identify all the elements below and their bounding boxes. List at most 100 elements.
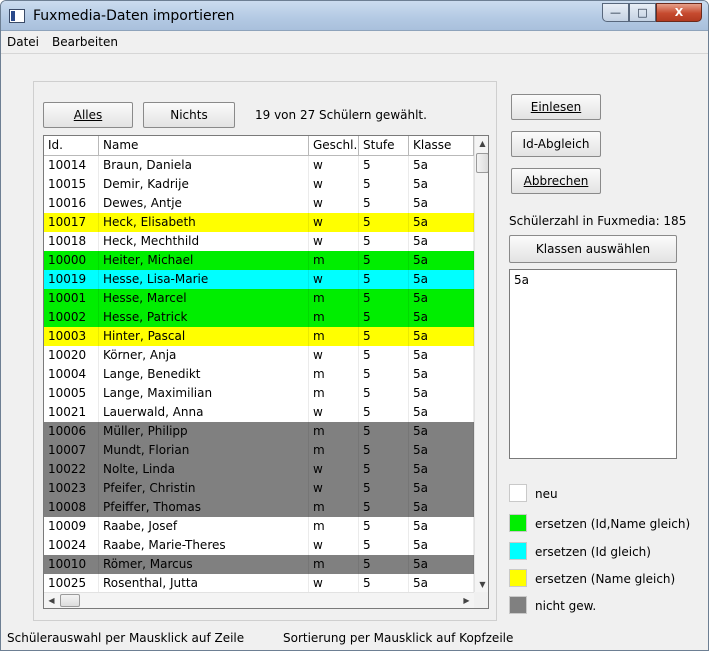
close-button[interactable]: X [656,3,702,22]
select-all-button[interactable]: Alles [43,102,133,128]
table-row[interactable]: 10024 Raabe, Marie-Theres w 5 5a [44,536,474,555]
table-row[interactable]: 10019 Hesse, Lisa-Marie w 5 5a [44,270,474,289]
cell-class: 5a [409,175,474,194]
table-row[interactable]: 10000 Heiter, Michael m 5 5a [44,251,474,270]
table-row[interactable]: 10017 Heck, Elisabeth w 5 5a [44,213,474,232]
table-row[interactable]: 10025 Rosenthal, Jutta w 5 5a [44,574,474,593]
scroll-left-icon[interactable]: ◀ [44,593,59,608]
cell-id: 10017 [44,213,99,232]
cell-grade: 5 [359,479,409,498]
table-row[interactable]: 10010 Römer, Marcus m 5 5a [44,555,474,574]
cell-grade: 5 [359,308,409,327]
class-list[interactable]: 5a [509,269,677,459]
cell-id: 10000 [44,251,99,270]
cell-class: 5a [409,346,474,365]
cell-name: Dewes, Antje [99,194,309,213]
cell-class: 5a [409,460,474,479]
title-bar[interactable]: Fuxmedia-Daten importieren — □ X [1,1,708,31]
minimize-button[interactable]: — [602,3,629,22]
table-row[interactable]: 10020 Körner, Anja w 5 5a [44,346,474,365]
cell-id: 10022 [44,460,99,479]
cell-grade: 5 [359,460,409,479]
cell-gender: m [309,422,359,441]
cell-gender: w [309,346,359,365]
cell-gender: m [309,555,359,574]
scroll-corner [474,592,488,608]
table-row[interactable]: 10008 Pfeiffer, Thomas m 5 5a [44,498,474,517]
cell-name: Lauerwald, Anna [99,403,309,422]
cell-class: 5a [409,194,474,213]
cell-name: Heiter, Michael [99,251,309,270]
column-header-class[interactable]: Klasse [409,136,474,156]
menu-bearbeiten[interactable]: Bearbeiten [52,35,118,49]
cell-gender: w [309,156,359,175]
maximize-button[interactable]: □ [629,3,656,22]
table-row[interactable]: 10009 Raabe, Josef m 5 5a [44,517,474,536]
cell-gender: w [309,460,359,479]
cell-class: 5a [409,403,474,422]
vertical-scroll-thumb[interactable] [476,153,488,173]
table-row[interactable]: 10023 Pfeifer, Christin w 5 5a [44,479,474,498]
cell-name: Raabe, Marie-Theres [99,536,309,555]
scroll-right-icon[interactable]: ▶ [459,593,474,608]
selection-count: 19 von 27 Schülern gewählt. [255,108,427,122]
read-button[interactable]: Einlesen [511,94,601,120]
cell-name: Heck, Elisabeth [99,213,309,232]
cell-gender: w [309,403,359,422]
table-row[interactable]: 10002 Hesse, Patrick m 5 5a [44,308,474,327]
close-icon: X [674,6,684,19]
cancel-label: Abbrechen [523,174,589,188]
table-row[interactable]: 10007 Mundt, Florian m 5 5a [44,441,474,460]
horizontal-scrollbar[interactable]: ◀ ▶ [44,592,474,608]
cell-grade: 5 [359,194,409,213]
table-row[interactable]: 10003 Hinter, Pascal m 5 5a [44,327,474,346]
cell-gender: m [309,327,359,346]
table-row[interactable]: 10001 Hesse, Marcel m 5 5a [44,289,474,308]
cell-name: Lange, Maximilian [99,384,309,403]
cell-class: 5a [409,422,474,441]
legend-swatch-new [509,484,527,502]
fuxmedia-count: Schülerzahl in Fuxmedia: 185 [509,214,687,228]
cell-grade: 5 [359,555,409,574]
scroll-up-icon[interactable]: ▲ [475,136,488,151]
list-rows: 10014 Braun, Daniela w 5 5a 10015 Demir, Kadri… [44,156,474,593]
cell-name: Mundt, Florian [99,441,309,460]
cell-gender: m [309,498,359,517]
table-row[interactable]: 10015 Demir, Kadrije w 5 5a [44,175,474,194]
cell-name: Pfeifer, Christin [99,479,309,498]
id-match-button[interactable]: Id-Abgleich [511,131,601,157]
app-icon [9,9,25,23]
column-header-gender[interactable]: Geschl. [309,136,359,156]
table-row[interactable]: 10018 Heck, Mechthild w 5 5a [44,232,474,251]
menu-datei[interactable]: Datei [7,35,39,49]
cell-name: Nolte, Linda [99,460,309,479]
table-row[interactable]: 10006 Müller, Philipp m 5 5a [44,422,474,441]
table-row[interactable]: 10016 Dewes, Antje w 5 5a [44,194,474,213]
table-row[interactable]: 10005 Lange, Maximilian m 5 5a [44,384,474,403]
list-header: Id. Name Geschl. Stufe Klasse [44,136,474,156]
class-list-item[interactable]: 5a [514,273,529,287]
student-list[interactable]: Id. Name Geschl. Stufe Klasse 10014 Braun… [43,135,489,609]
read-label: Einlesen [530,100,582,114]
vertical-scrollbar[interactable]: ▲ ▼ [474,136,488,592]
cell-grade: 5 [359,232,409,251]
table-row[interactable]: 10004 Lange, Benedikt m 5 5a [44,365,474,384]
column-header-name[interactable]: Name [99,136,309,156]
scroll-down-icon[interactable]: ▼ [475,577,488,592]
table-row[interactable]: 10022 Nolte, Linda w 5 5a [44,460,474,479]
choose-classes-button[interactable]: Klassen auswählen [509,235,677,263]
legend-label-not-selected: nicht gew. [535,599,597,613]
cancel-button[interactable]: Abbrechen [511,168,601,194]
table-row[interactable]: 10014 Braun, Daniela w 5 5a [44,156,474,175]
select-none-button[interactable]: Nichts [143,102,235,128]
cell-gender: m [309,384,359,403]
cell-class: 5a [409,517,474,536]
cell-grade: 5 [359,213,409,232]
horizontal-scroll-thumb[interactable] [60,594,80,607]
cell-grade: 5 [359,175,409,194]
table-row[interactable]: 10021 Lauerwald, Anna w 5 5a [44,403,474,422]
column-header-id[interactable]: Id. [44,136,99,156]
column-header-grade[interactable]: Stufe [359,136,409,156]
cell-grade: 5 [359,251,409,270]
cell-gender: m [309,308,359,327]
